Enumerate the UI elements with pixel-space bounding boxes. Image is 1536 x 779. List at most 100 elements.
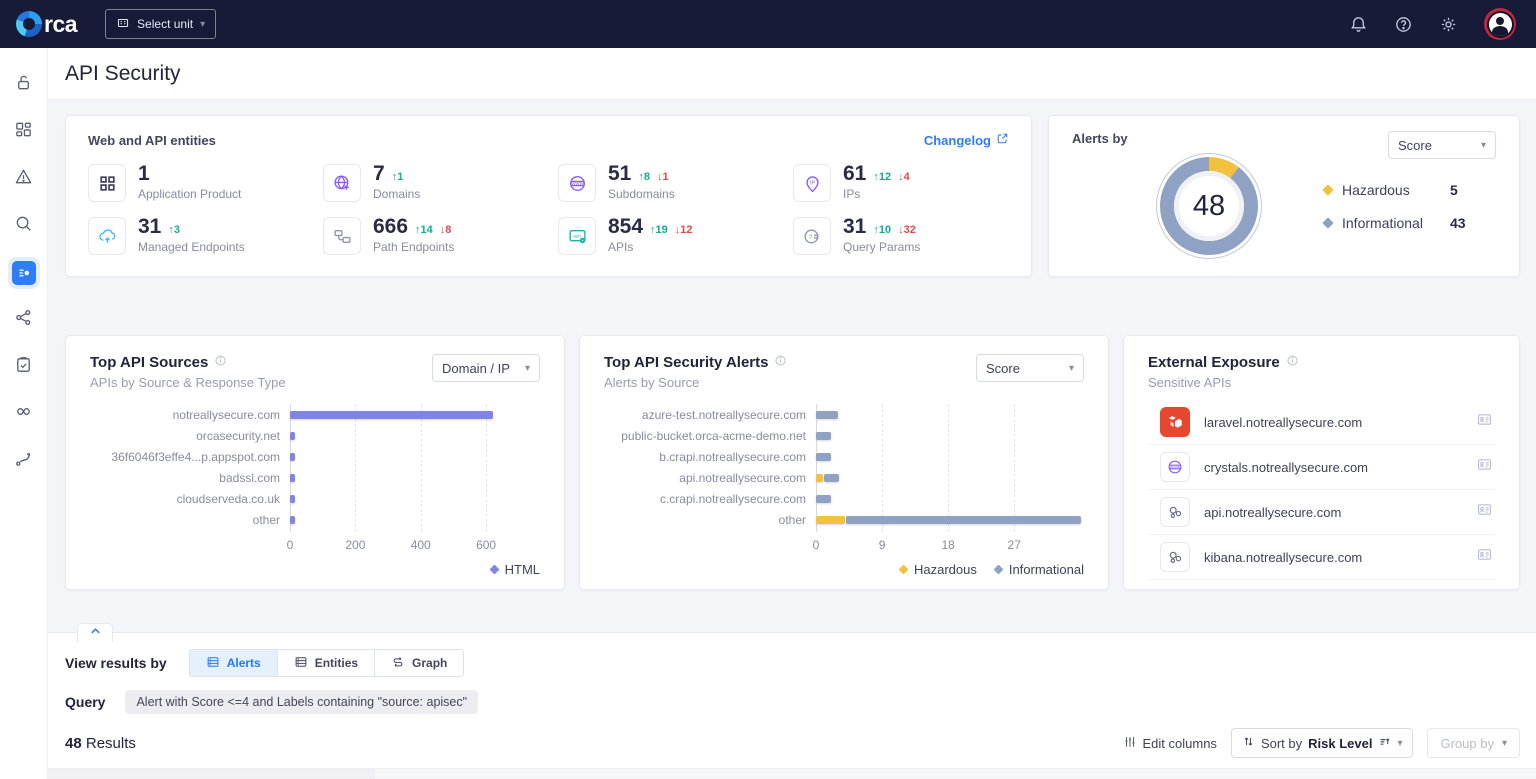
stat-query-params[interactable]: ?31↑10↓32Query Params — [793, 217, 1028, 255]
orca-logo[interactable]: rca — [16, 11, 77, 38]
sidebar-item-compliance[interactable] — [0, 343, 48, 390]
top-api-sources-title: Top API Sources — [90, 354, 208, 371]
edit-columns-button[interactable]: Edit columns — [1123, 735, 1217, 752]
stat-delta-down: ↓12 — [675, 224, 693, 236]
info-icon[interactable] — [1286, 354, 1299, 371]
bar-segment-html[interactable] — [290, 474, 295, 482]
legend-diamond-icon — [899, 565, 909, 575]
table-icon — [294, 655, 308, 672]
chevron-down-icon: ▾ — [1481, 140, 1486, 151]
bar-segment-informational[interactable] — [816, 453, 831, 461]
top-api-alerts-dropdown[interactable]: Score ▾ — [976, 354, 1084, 382]
stat-content: 666↑14↓8Path Endpoints — [373, 217, 454, 254]
settings-gear-icon[interactable] — [1439, 15, 1458, 34]
exposure-list-item[interactable]: api.notreallysecure.com — [1148, 490, 1495, 535]
orca-logo-text: rca — [44, 11, 77, 38]
sidebar-item-api-security[interactable] — [0, 249, 48, 296]
svg-text:?: ? — [808, 233, 812, 240]
column-header-actions[interactable]: Actions — [1440, 769, 1536, 779]
stat-apis[interactable]: API854↑19↓12APIs — [558, 217, 793, 255]
chart-bar — [816, 495, 1084, 503]
tab-alerts[interactable]: Alerts — [190, 650, 278, 676]
id-card-icon[interactable] — [1476, 546, 1493, 568]
collapse-panel-button[interactable] — [77, 623, 113, 642]
bar-segment-informational[interactable] — [816, 411, 838, 419]
column-header-risk-level[interactable]: Risk Level⇅ — [48, 769, 375, 779]
changelog-link[interactable]: Changelog — [924, 132, 1009, 148]
bar-segment-html[interactable] — [290, 516, 295, 524]
page-title: API Security — [65, 62, 181, 86]
chart-category-label: other — [90, 513, 290, 527]
tab-graph[interactable]: Graph — [375, 650, 463, 676]
legend-diamond-icon — [1322, 217, 1333, 228]
legend-item-hazardous[interactable]: Hazardous5 — [1324, 182, 1466, 198]
stat-value: 31 — [138, 217, 161, 237]
chart-category-label: public-bucket.orca-acme-demo.net — [604, 429, 816, 443]
bar-segment-html[interactable] — [290, 411, 493, 419]
stat-path-endpoints[interactable]: 666↑14↓8Path Endpoints — [323, 217, 558, 255]
info-icon[interactable] — [774, 354, 787, 371]
compliance-icon — [14, 355, 33, 379]
subdomains-icon: WWW — [558, 164, 596, 202]
legend-label: Informational — [1009, 562, 1084, 577]
column-header-status[interactable]: Status — [813, 769, 928, 779]
column-header-inventory[interactable]: Inventory — [1168, 769, 1440, 779]
notifications-bell-icon[interactable] — [1349, 15, 1368, 34]
chart-bar-area — [290, 453, 540, 461]
exposure-list-item[interactable]: WWWcrystals.notreallysecure.com — [1148, 445, 1495, 490]
top-api-sources-subtitle: APIs by Source & Response Type — [90, 375, 286, 390]
cluster-icon — [1160, 497, 1190, 527]
alerts-donut-chart[interactable]: 48 — [1156, 153, 1262, 259]
sidebar-item-search[interactable] — [0, 202, 48, 249]
tab-label: Graph — [412, 656, 447, 670]
select-unit-dropdown[interactable]: Select unit ▾ — [105, 9, 216, 39]
bar-segment-informational[interactable] — [824, 474, 839, 482]
top-api-alerts-dropdown-value: Score — [986, 361, 1020, 376]
id-card-icon[interactable] — [1476, 411, 1493, 433]
page-header: API Security — [48, 48, 1536, 100]
stat-subdomains[interactable]: WWW51↑8↓1Subdomains — [558, 164, 793, 202]
query-chip[interactable]: Alert with Score <=4 and Labels containi… — [125, 690, 478, 714]
legend-item-informational[interactable]: Informational43 — [1324, 215, 1466, 231]
bar-segment-html[interactable] — [290, 495, 295, 503]
exposure-list-item[interactable]: laravel.notreallysecure.com — [1148, 400, 1495, 445]
alerts-by-dropdown[interactable]: Score ▾ — [1388, 131, 1496, 159]
sidebar-item-dashboard[interactable] — [0, 108, 48, 155]
column-header-labels[interactable]: Labels — [928, 769, 1057, 779]
id-card-icon[interactable] — [1476, 456, 1493, 478]
top-api-sources-dropdown[interactable]: Domain / IP ▾ — [432, 354, 540, 382]
id-card-icon[interactable] — [1476, 501, 1493, 523]
exposure-list-item[interactable]: kibana.notreallysecure.com — [1148, 535, 1495, 580]
stat-app-product[interactable]: 1Application Product — [88, 164, 323, 202]
column-header-asset[interactable]: Asset — [375, 769, 617, 779]
sidebar-item-service-graph[interactable] — [0, 296, 48, 343]
sidebar-item-attack-path[interactable] — [0, 437, 48, 484]
sidebar-item-unlock[interactable] — [0, 61, 48, 108]
domains-icon — [323, 164, 361, 202]
sidebar-item-alerts[interactable] — [0, 155, 48, 202]
bar-segment-informational[interactable] — [816, 432, 831, 440]
column-header-cloud-account[interactable]: Cloud account — [617, 769, 813, 779]
bar-segment-html[interactable] — [290, 453, 295, 461]
alerts-total: 48 — [1193, 190, 1225, 223]
bar-segment-hazardous[interactable] — [816, 516, 845, 524]
stat-managed-endpoints[interactable]: 31↑3Managed Endpoints — [88, 217, 323, 255]
stat-ips[interactable]: IP61↑12↓4IPs — [793, 164, 1028, 202]
bar-segment-informational[interactable] — [846, 516, 1081, 524]
stat-content: 7↑1Domains — [373, 164, 420, 201]
group-by-button[interactable]: Group by ▾ — [1427, 728, 1520, 758]
edit-columns-icon — [1123, 735, 1137, 752]
chart-bar-area — [290, 516, 540, 524]
column-header-created-at[interactable]: Created at — [1057, 769, 1168, 779]
info-icon[interactable] — [214, 354, 227, 371]
bar-segment-html[interactable] — [290, 432, 295, 440]
tab-entities[interactable]: Entities — [278, 650, 375, 676]
sort-by-button[interactable]: Sort by Risk Level ▾ — [1231, 728, 1414, 758]
sidebar-item-integrations[interactable] — [0, 390, 48, 437]
help-icon[interactable] — [1394, 15, 1413, 34]
bar-segment-hazardous[interactable] — [816, 474, 823, 482]
bar-segment-informational[interactable] — [816, 495, 831, 503]
stat-domains[interactable]: 7↑1Domains — [323, 164, 558, 202]
stat-value-row: 31↑10↓32 — [843, 217, 920, 237]
user-avatar[interactable] — [1484, 8, 1516, 40]
